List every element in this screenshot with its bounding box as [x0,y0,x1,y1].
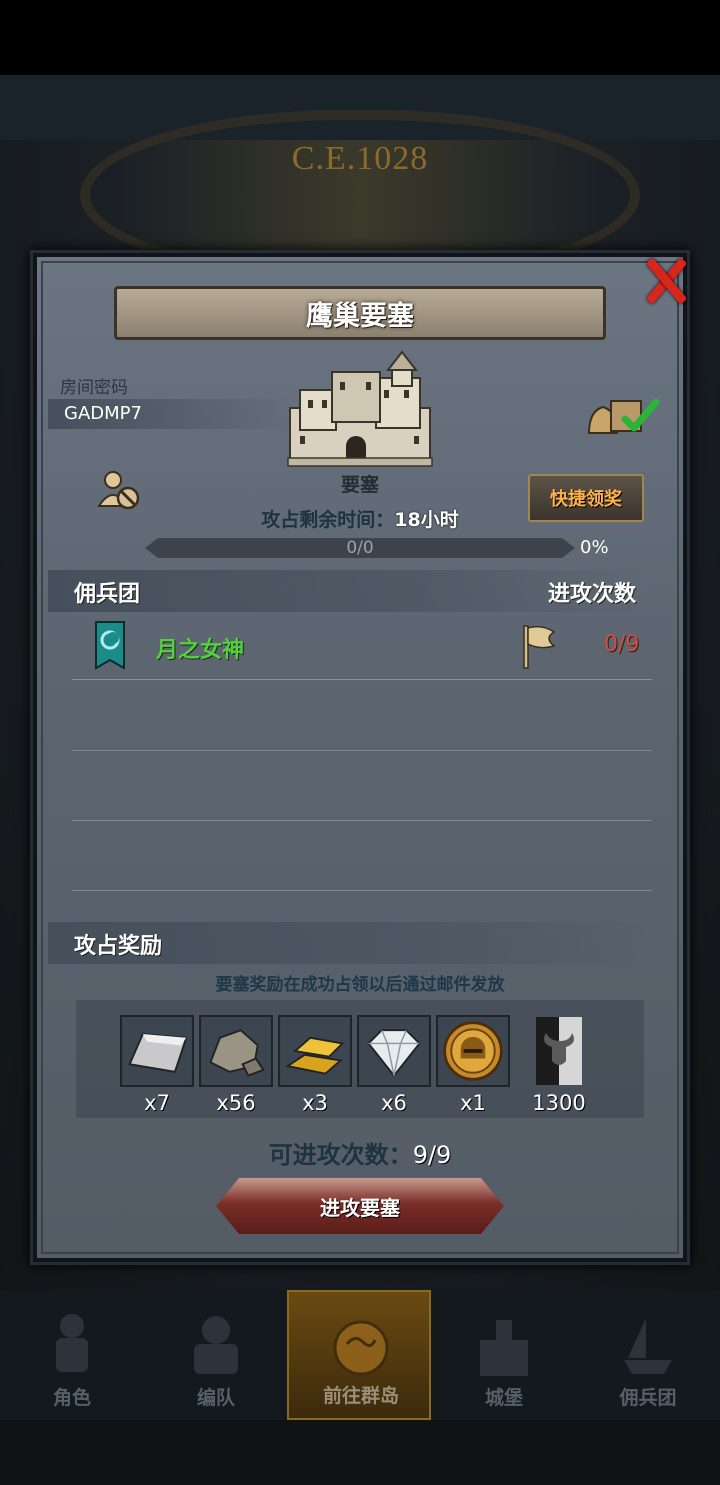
guild-row[interactable]: 月之女神 0/9 [72,612,652,680]
gold-bars-icon [278,1015,352,1087]
loot-claimed-icon [587,398,660,434]
reward-qty: x3 [302,1091,328,1115]
nav-label: 角色 [52,1387,91,1409]
bull-banner-icon [536,1017,582,1085]
nav-item-islands[interactable]: 前往群岛 [287,1290,431,1420]
attacks-left: 可进攻次数：9/9 [0,1135,720,1170]
stone-ore-icon [199,1015,273,1087]
room-code-label: 房间密码 [60,378,128,398]
formation-icon [194,1316,238,1374]
room-code-value[interactable]: GADMP7 [64,403,142,424]
reward-item[interactable]: 1300 [522,1015,596,1115]
reward-item[interactable]: x1 [436,1015,510,1115]
nav-label: 前往群岛 [322,1385,399,1407]
mercenary-ship-icon [624,1318,672,1374]
reward-qty: x1 [460,1091,486,1115]
progress-text: 0/0 [346,538,374,558]
knight-icon [56,1314,88,1372]
castle-icon [480,1320,528,1376]
knight-helmet-coin-icon [436,1015,510,1087]
nav-label: 编队 [196,1387,235,1409]
guild-name: 月之女神 [156,638,245,663]
remaining-time: 攻占剩余时间：18小时 [0,505,720,532]
reward-note: 要塞奖励在成功占领以后通过邮件发放 [215,975,505,995]
empty-row-divider [72,820,652,821]
reward-qty: x7 [144,1091,170,1115]
flag-icon [523,625,556,669]
reward-item[interactable]: x7 [120,1015,194,1115]
reward-header: 攻占奖励 [74,934,163,959]
reward-item[interactable]: x6 [357,1015,431,1115]
guild-banner-icon [95,621,125,670]
remaining-time-label: 攻占剩余时间： [261,509,395,531]
nav-label: 城堡 [484,1387,523,1409]
status-bar [0,0,720,75]
system-nav-bar [0,1420,720,1485]
era-label: C.E.1028 [291,140,429,177]
reward-qty: x56 [216,1091,256,1115]
close-icon[interactable] [640,252,690,308]
empty-row-divider [72,750,652,751]
diamond-icon [357,1015,431,1087]
attacks-left-label: 可进攻次数： [268,1141,413,1169]
nav-item-castle[interactable]: 城堡 [432,1290,576,1420]
remaining-time-value: 18小时 [394,509,459,531]
empty-row-divider [72,890,652,891]
nav-label: 佣兵团 [619,1387,677,1409]
reward-item[interactable]: x3 [278,1015,352,1115]
silver-ingot-icon [120,1015,194,1087]
reward-qty: 1300 [532,1091,586,1115]
nav-item-character[interactable]: 角色 [0,1290,144,1420]
dialog-title: 鹰巢要塞 [114,286,606,340]
mercenary-header: 佣兵团 [74,582,141,607]
progress-percent: 0% [580,537,609,558]
nav-item-mercenary[interactable]: 佣兵团 [576,1290,720,1420]
attacks-header: 进攻次数 [548,582,637,607]
attacks-left-value: 9/9 [412,1141,452,1169]
compass-map-icon [333,1320,389,1376]
guild-attack-count: 0/9 [604,632,640,657]
nav-item-formation[interactable]: 编队 [144,1290,288,1420]
fortress-castle-icon [287,350,433,467]
reward-item[interactable]: x56 [199,1015,273,1115]
attack-fortress-button[interactable]: 进攻要塞 [216,1178,504,1234]
reward-qty: x6 [381,1091,407,1115]
